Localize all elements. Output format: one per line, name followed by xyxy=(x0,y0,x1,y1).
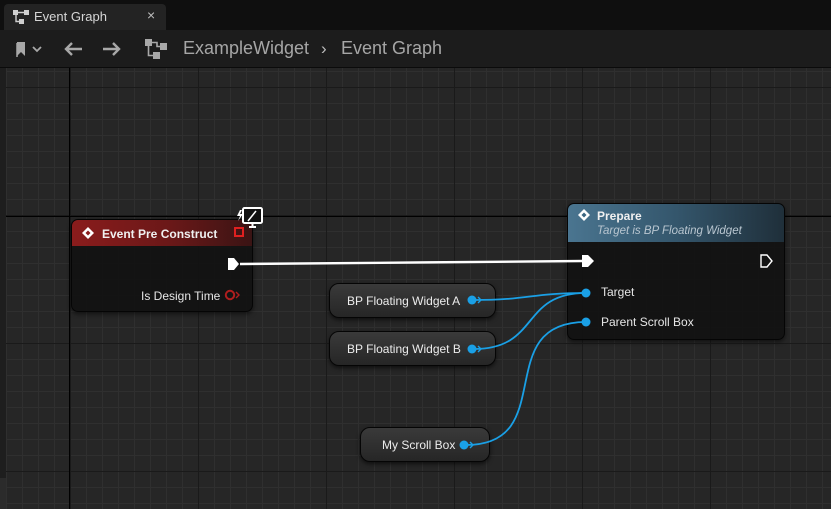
bool-pin-is-design-time xyxy=(224,289,236,301)
object-pin-target xyxy=(581,288,591,298)
object-wire-b-target xyxy=(473,292,587,350)
exec-wire xyxy=(239,259,584,266)
delegate-pin xyxy=(234,227,244,237)
exec-out-pin-prepare xyxy=(760,254,773,268)
graph-wires xyxy=(224,227,773,450)
object-wire-scrollbox-parent xyxy=(465,321,587,446)
exec-in-pin xyxy=(582,255,594,267)
object-pin-b xyxy=(467,344,477,354)
exec-out-pin xyxy=(228,258,239,270)
object-pin-scrollbox xyxy=(459,440,469,450)
object-pin-parent-scroll-box xyxy=(581,317,591,327)
object-pin-a xyxy=(467,295,477,305)
